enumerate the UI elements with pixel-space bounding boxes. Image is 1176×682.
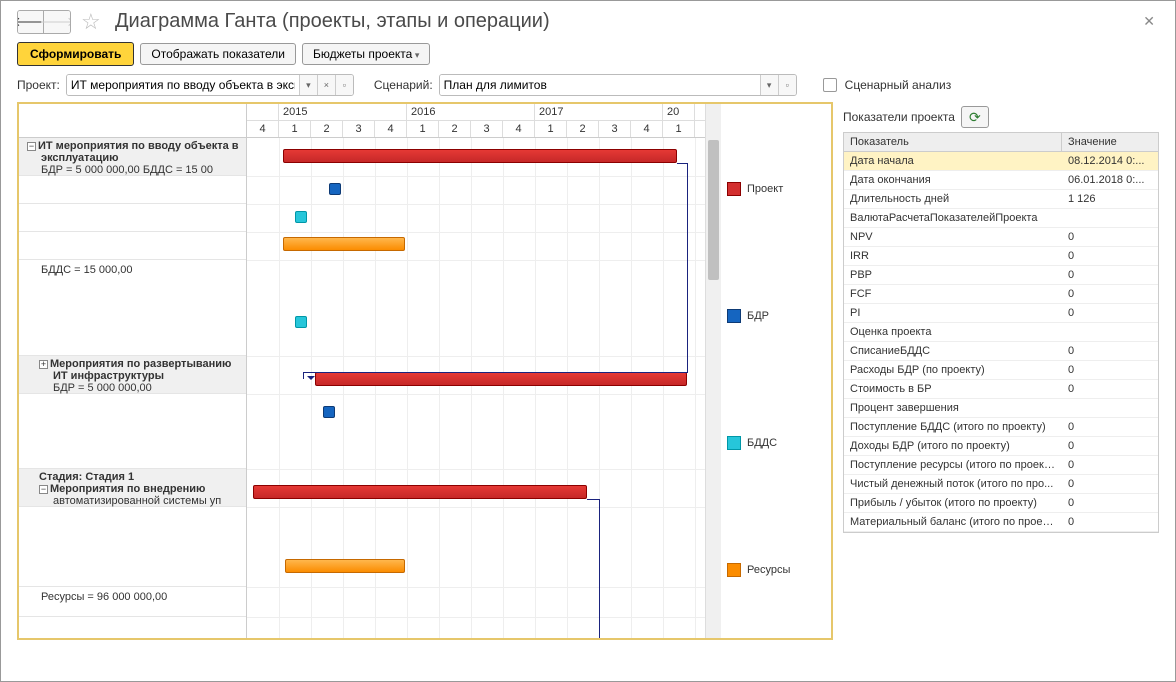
close-icon[interactable]: ✕ [1139,9,1159,34]
gantt-bar-resources[interactable] [283,237,405,251]
task-row[interactable] [19,176,246,204]
table-row[interactable]: Дата начала08.12.2014 0:... [844,152,1158,171]
task-row[interactable]: БДДС = 15 000,00 [19,260,246,356]
table-row[interactable]: Стоимость в БР0 [844,380,1158,399]
task-group[interactable]: −ИТ мероприятия по вводу объекта в экспл… [19,138,246,176]
project-input[interactable] [67,75,299,95]
gantt-bar-bdr[interactable] [323,406,335,418]
table-row[interactable]: Чистый денежный поток (итого по про...0 [844,475,1158,494]
open-icon[interactable]: ▫ [335,75,353,95]
table-row[interactable]: PI0 [844,304,1158,323]
task-row[interactable] [19,232,246,260]
expand-icon[interactable]: + [39,360,48,369]
table-row[interactable]: Материальный баланс (итого по проек...0 [844,513,1158,532]
indicators-header: Показатели проекта [843,110,955,124]
indicators-table: Показатель Значение Дата начала08.12.201… [843,132,1159,533]
refresh-button[interactable]: ⟳ [961,106,989,128]
scenario-select[interactable]: ▾ ▫ [439,74,797,96]
table-row[interactable]: Длительность дней1 126 [844,190,1158,209]
timeline-quarters: 4 1 2 3 4 1 2 3 4 1 2 3 4 1 [247,121,705,137]
gantt-bar-bdds[interactable] [295,211,307,223]
table-row[interactable]: Поступление ресурсы (итого по проекту)0 [844,456,1158,475]
gantt-bar-project[interactable] [315,372,687,386]
scenario-label: Сценарий: [374,78,433,92]
run-report-button[interactable]: Сформировать [17,42,134,66]
scenario-analysis-label: Сценарный анализ [845,78,952,92]
clear-icon[interactable]: × [317,75,335,95]
legend-swatch-bdr [727,309,741,323]
col-header-name[interactable]: Показатель [844,133,1062,151]
task-row[interactable] [19,507,246,587]
table-row[interactable]: PBP0 [844,266,1158,285]
table-row[interactable]: СписаниеБДДС0 [844,342,1158,361]
timeline-years: 2015 2016 2017 20 [247,104,705,121]
table-row[interactable]: IRR0 [844,247,1158,266]
col-header-value[interactable]: Значение [1062,133,1158,151]
collapse-icon[interactable]: − [27,142,36,151]
table-row[interactable]: Оценка проекта [844,323,1158,342]
table-row[interactable]: Поступление БДДС (итого по проекту)0 [844,418,1158,437]
project-budgets-dropdown[interactable]: Бюджеты проекта [302,43,430,65]
gantt-bar-bdr[interactable] [329,183,341,195]
legend-swatch-project [727,182,741,196]
gantt-bar-resources[interactable] [285,559,405,573]
vertical-scrollbar[interactable] [705,104,721,638]
gantt-bar-project[interactable] [283,149,677,163]
table-row[interactable]: NPV0 [844,228,1158,247]
forward-button[interactable]: 🡒 [44,11,70,33]
task-row[interactable]: Ресурсы = 96 000 000,00 [19,587,246,617]
scenario-analysis-checkbox[interactable] [823,78,837,92]
task-row[interactable] [19,204,246,232]
gantt-canvas[interactable] [247,138,705,638]
collapse-icon[interactable]: − [39,485,48,494]
legend-swatch-bdds [727,436,741,450]
dropdown-icon[interactable]: ▾ [760,75,778,95]
table-row[interactable]: Прибыль / убыток (итого по проекту)0 [844,494,1158,513]
table-row[interactable]: Процент завершения [844,399,1158,418]
legend-swatch-resources [727,563,741,577]
gantt-chart: −ИТ мероприятия по вводу объекта в экспл… [17,102,833,640]
task-row[interactable] [19,394,246,469]
gantt-bar-project[interactable] [253,485,587,499]
scenario-input[interactable] [440,75,760,95]
project-select[interactable]: ▾ × ▫ [66,74,354,96]
dropdown-icon[interactable]: ▾ [299,75,317,95]
nav-buttons: 🡐 🡒 [17,10,71,34]
legend: Проект БДР БДДС Ресурсы [721,104,831,638]
table-row[interactable]: ВалютаРасчетаПоказателейПроекта [844,209,1158,228]
project-label: Проект: [17,78,60,92]
table-row[interactable]: FCF0 [844,285,1158,304]
open-icon[interactable]: ▫ [778,75,796,95]
task-group[interactable]: +Мероприятия по развертыванию ИТ инфраст… [19,356,246,394]
favorite-star-icon[interactable]: ☆ [81,10,105,34]
table-row[interactable]: Дата окончания06.01.2018 0:... [844,171,1158,190]
table-row[interactable]: Расходы БДР (по проекту)0 [844,361,1158,380]
page-title: Диаграмма Ганта (проекты, этапы и операц… [115,10,550,33]
gantt-bar-bdds[interactable] [295,316,307,328]
task-group[interactable]: Стадия: Стадия 1 −Мероприятия по внедрен… [19,469,246,507]
show-indicators-button[interactable]: Отображать показатели [140,43,296,65]
table-row[interactable]: Доходы БДР (итого по проекту)0 [844,437,1158,456]
